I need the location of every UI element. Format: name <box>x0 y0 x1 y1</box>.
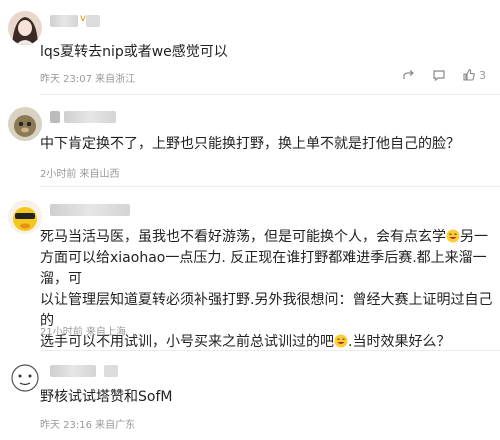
comment-line: 死马当活马医，虽我也不看好游荡，但是可能换个人，会有点玄学 <box>40 229 446 245</box>
username-blurred-tail <box>104 365 118 377</box>
share-button[interactable] <box>402 68 416 82</box>
laughing-emoji-icon <box>334 334 348 348</box>
username-blurred-tail <box>64 111 116 123</box>
laughing-emoji-icon <box>446 229 460 243</box>
comment-meta: 21小时前 来自上海 <box>40 327 126 338</box>
comment-button[interactable] <box>432 68 446 82</box>
avatar[interactable] <box>8 361 42 395</box>
comment-text: lqs夏转去nip或者we感觉可以 <box>40 44 228 60</box>
avatar[interactable] <box>8 200 42 234</box>
username-blurred[interactable] <box>50 365 96 377</box>
comment-text: 野核试试塔赞和SofM <box>40 389 173 405</box>
comment-actions: 3 <box>402 68 486 82</box>
username-blurred[interactable] <box>50 15 78 27</box>
comment-meta: 昨天 23:16 来自广东 <box>40 420 136 431</box>
avatar[interactable] <box>8 11 42 45</box>
comment-item: 野核试试塔赞和SofM 昨天 23:16 来自广东 <box>0 351 500 440</box>
like-count: 3 <box>479 68 486 82</box>
share-icon <box>403 70 414 79</box>
username-blurred[interactable] <box>50 204 130 216</box>
comment-item: 死马当活马医，虽我也不看好游荡，但是可能换个人，会有点玄学 另一方面可以给xiao… <box>0 187 500 351</box>
comment-item: 中下肯定换不了，上野也只能换打野，换上单不就是打他自己的脸？ 2小时前 来自山西 <box>0 95 500 187</box>
comment-text: 中下肯定换不了，上野也只能换打野，换上单不就是打他自己的脸？ <box>40 136 460 152</box>
username-blurred-tail <box>86 15 100 27</box>
comment-meta: 昨天 23:07 来自浙江 <box>40 74 136 85</box>
like-button[interactable]: 3 <box>462 68 486 82</box>
comment-icon <box>433 70 445 82</box>
avatar[interactable] <box>8 107 42 141</box>
username-blurred[interactable] <box>50 111 60 123</box>
comment-line: .当时效果好么？ <box>348 334 451 350</box>
comment-item: v lqs夏转去nip或者we感觉可以 昨天 23:07 来自浙江 3 <box>0 0 500 95</box>
thumb-up-icon <box>463 68 475 81</box>
comment-meta: 2小时前 来自山西 <box>40 169 120 180</box>
